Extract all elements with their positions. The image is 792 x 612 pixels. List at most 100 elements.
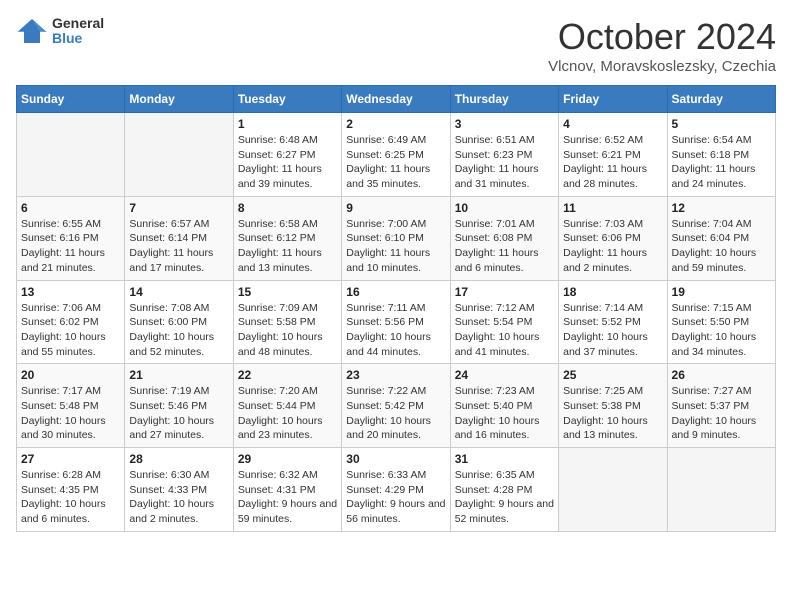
day-number: 28	[129, 452, 228, 466]
weekday-header-friday: Friday	[559, 86, 667, 113]
calendar-cell: 9 Sunrise: 7:00 AM Sunset: 6:10 PM Daylig…	[342, 196, 450, 280]
calendar-cell: 22 Sunrise: 7:20 AM Sunset: 5:44 PM Dayli…	[233, 364, 341, 448]
day-info: Sunrise: 7:23 AM Sunset: 5:40 PM Dayligh…	[455, 384, 554, 443]
day-info: Sunrise: 7:11 AM Sunset: 5:56 PM Dayligh…	[346, 301, 445, 360]
weekday-header-row: SundayMondayTuesdayWednesdayThursdayFrid…	[17, 86, 776, 113]
calendar-cell: 23 Sunrise: 7:22 AM Sunset: 5:42 PM Dayli…	[342, 364, 450, 448]
day-number: 29	[238, 452, 337, 466]
day-number: 31	[455, 452, 554, 466]
calendar-cell: 25Sunrise: 7:25 AM Sunset: 5:38 PM Dayli…	[559, 364, 667, 448]
logo-text: General Blue	[52, 16, 104, 47]
calendar-cell: 14 Sunrise: 7:08 AM Sunset: 6:00 PM Dayli…	[125, 280, 233, 364]
calendar-cell: 18 Sunrise: 7:14 AM Sunset: 5:52 PM Dayli…	[559, 280, 667, 364]
weekday-header-monday: Monday	[125, 86, 233, 113]
calendar-week-4: 20 Sunrise: 7:17 AM Sunset: 5:48 PM Dayli…	[17, 364, 776, 448]
calendar-cell: 21 Sunrise: 7:19 AM Sunset: 5:46 PM Dayli…	[125, 364, 233, 448]
calendar-cell: 3 Sunrise: 6:51 AM Sunset: 6:23 PM Daylig…	[450, 113, 558, 197]
day-info: Sunrise: 6:55 AM Sunset: 6:16 PM Dayligh…	[21, 217, 120, 276]
day-number: 9	[346, 201, 445, 215]
day-number: 23	[346, 368, 445, 382]
day-number: 20	[21, 368, 120, 382]
logo-general-label: General	[52, 16, 104, 31]
day-number: 30	[346, 452, 445, 466]
logo-icon	[16, 17, 48, 45]
calendar-cell: 13 Sunrise: 7:06 AM Sunset: 6:02 PM Dayli…	[17, 280, 125, 364]
day-number: 4	[563, 117, 662, 131]
day-info: Sunrise: 7:19 AM Sunset: 5:46 PM Dayligh…	[129, 384, 228, 443]
calendar-cell: 17 Sunrise: 7:12 AM Sunset: 5:54 PM Dayli…	[450, 280, 558, 364]
day-info: Sunrise: 7:27 AM Sunset: 5:37 PM Dayligh…	[672, 384, 771, 443]
day-number: 1	[238, 117, 337, 131]
calendar-cell: 24 Sunrise: 7:23 AM Sunset: 5:40 PM Dayli…	[450, 364, 558, 448]
day-info: Sunrise: 7:06 AM Sunset: 6:02 PM Dayligh…	[21, 301, 120, 360]
day-info: Sunrise: 6:54 AM Sunset: 6:18 PM Dayligh…	[672, 133, 771, 192]
day-number: 8	[238, 201, 337, 215]
calendar-week-1: 1Sunrise: 6:48 AM Sunset: 6:27 PM Daylig…	[17, 113, 776, 197]
day-info: Sunrise: 6:32 AM Sunset: 4:31 PM Dayligh…	[238, 468, 337, 527]
weekday-header-tuesday: Tuesday	[233, 86, 341, 113]
day-info: Sunrise: 6:58 AM Sunset: 6:12 PM Dayligh…	[238, 217, 337, 276]
page-header: General Blue October 2024 Vlcnov, Moravs…	[16, 16, 776, 75]
day-number: 21	[129, 368, 228, 382]
calendar-cell: 15 Sunrise: 7:09 AM Sunset: 5:58 PM Dayli…	[233, 280, 341, 364]
day-number: 27	[21, 452, 120, 466]
calendar-week-2: 6 Sunrise: 6:55 AM Sunset: 6:16 PM Daylig…	[17, 196, 776, 280]
month-title: October 2024	[548, 16, 776, 58]
day-number: 18	[563, 285, 662, 299]
day-info: Sunrise: 6:33 AM Sunset: 4:29 PM Dayligh…	[346, 468, 445, 527]
calendar-cell: 4 Sunrise: 6:52 AM Sunset: 6:21 PM Daylig…	[559, 113, 667, 197]
day-number: 7	[129, 201, 228, 215]
day-info: Sunrise: 7:04 AM Sunset: 6:04 PM Dayligh…	[672, 217, 771, 276]
calendar-cell: 16 Sunrise: 7:11 AM Sunset: 5:56 PM Dayli…	[342, 280, 450, 364]
calendar-cell: 30 Sunrise: 6:33 AM Sunset: 4:29 PM Dayli…	[342, 448, 450, 532]
day-number: 3	[455, 117, 554, 131]
day-number: 6	[21, 201, 120, 215]
day-info: Sunrise: 7:08 AM Sunset: 6:00 PM Dayligh…	[129, 301, 228, 360]
day-number: 16	[346, 285, 445, 299]
calendar-cell	[559, 448, 667, 532]
weekday-header-thursday: Thursday	[450, 86, 558, 113]
day-info: Sunrise: 7:20 AM Sunset: 5:44 PM Dayligh…	[238, 384, 337, 443]
day-info: Sunrise: 7:09 AM Sunset: 5:58 PM Dayligh…	[238, 301, 337, 360]
day-number: 13	[21, 285, 120, 299]
day-info: Sunrise: 7:14 AM Sunset: 5:52 PM Dayligh…	[563, 301, 662, 360]
day-number: 2	[346, 117, 445, 131]
weekday-header-sunday: Sunday	[17, 86, 125, 113]
day-number: 12	[672, 201, 771, 215]
day-info: Sunrise: 6:52 AM Sunset: 6:21 PM Dayligh…	[563, 133, 662, 192]
weekday-header-wednesday: Wednesday	[342, 86, 450, 113]
day-info: Sunrise: 6:35 AM Sunset: 4:28 PM Dayligh…	[455, 468, 554, 527]
logo: General Blue	[16, 16, 104, 47]
day-number: 14	[129, 285, 228, 299]
day-number: 10	[455, 201, 554, 215]
day-number: 22	[238, 368, 337, 382]
day-number: 26	[672, 368, 771, 382]
day-number: 17	[455, 285, 554, 299]
day-info: Sunrise: 6:49 AM Sunset: 6:25 PM Dayligh…	[346, 133, 445, 192]
day-info: Sunrise: 7:03 AM Sunset: 6:06 PM Dayligh…	[563, 217, 662, 276]
day-info: Sunrise: 6:51 AM Sunset: 6:23 PM Dayligh…	[455, 133, 554, 192]
day-number: 25	[563, 368, 662, 382]
calendar-cell: 6 Sunrise: 6:55 AM Sunset: 6:16 PM Daylig…	[17, 196, 125, 280]
calendar-table: SundayMondayTuesdayWednesdayThursdayFrid…	[16, 85, 776, 532]
day-info: Sunrise: 7:17 AM Sunset: 5:48 PM Dayligh…	[21, 384, 120, 443]
day-info: Sunrise: 6:28 AM Sunset: 4:35 PM Dayligh…	[21, 468, 120, 527]
calendar-week-5: 27 Sunrise: 6:28 AM Sunset: 4:35 PM Dayli…	[17, 448, 776, 532]
location-subtitle: Vlcnov, Moravskoslezsky, Czechia	[548, 58, 776, 75]
day-info: Sunrise: 7:00 AM Sunset: 6:10 PM Dayligh…	[346, 217, 445, 276]
calendar-cell: 2 Sunrise: 6:49 AM Sunset: 6:25 PM Daylig…	[342, 113, 450, 197]
day-info: Sunrise: 7:22 AM Sunset: 5:42 PM Dayligh…	[346, 384, 445, 443]
day-number: 24	[455, 368, 554, 382]
day-info: Sunrise: 7:12 AM Sunset: 5:54 PM Dayligh…	[455, 301, 554, 360]
day-info: Sunrise: 6:57 AM Sunset: 6:14 PM Dayligh…	[129, 217, 228, 276]
calendar-cell	[667, 448, 775, 532]
calendar-cell: 29 Sunrise: 6:32 AM Sunset: 4:31 PM Dayli…	[233, 448, 341, 532]
logo-blue-label: Blue	[52, 31, 104, 46]
calendar-cell: 10Sunrise: 7:01 AM Sunset: 6:08 PM Dayli…	[450, 196, 558, 280]
calendar-week-3: 13 Sunrise: 7:06 AM Sunset: 6:02 PM Dayli…	[17, 280, 776, 364]
calendar-cell: 20 Sunrise: 7:17 AM Sunset: 5:48 PM Dayli…	[17, 364, 125, 448]
calendar-cell	[125, 113, 233, 197]
title-block: October 2024 Vlcnov, Moravskoslezsky, Cz…	[548, 16, 776, 75]
calendar-cell: 8 Sunrise: 6:58 AM Sunset: 6:12 PM Daylig…	[233, 196, 341, 280]
day-number: 15	[238, 285, 337, 299]
